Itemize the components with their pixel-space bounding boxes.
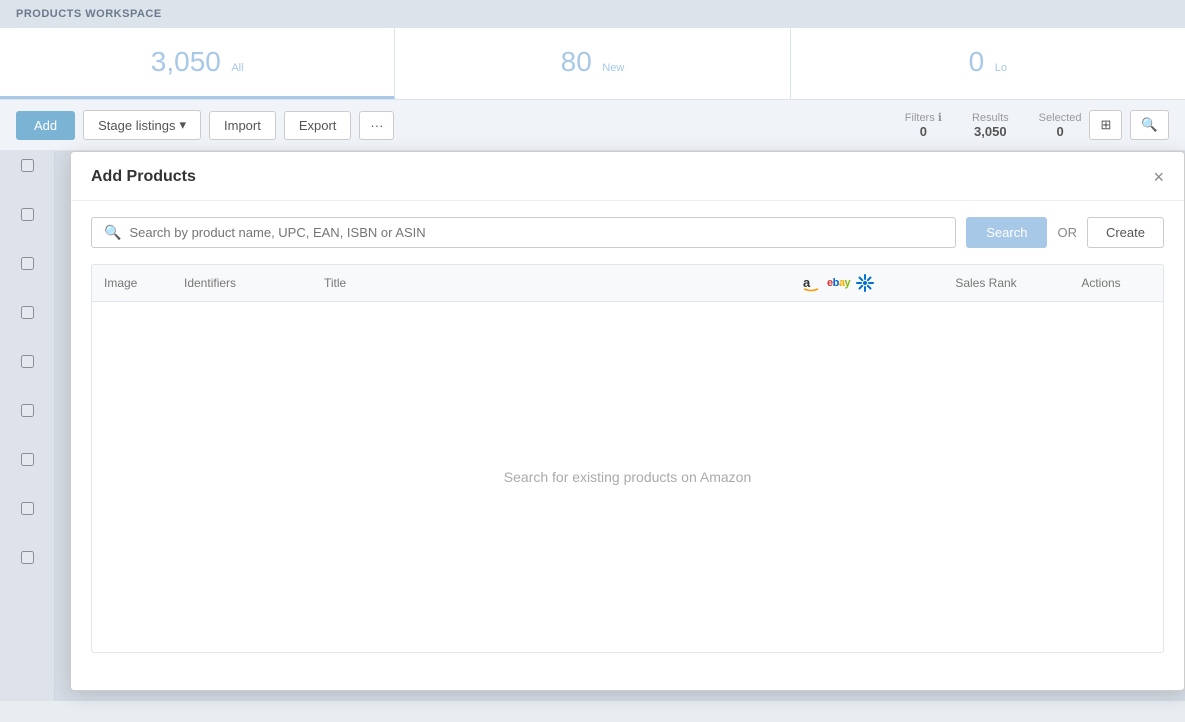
export-button[interactable]: Export (284, 111, 352, 140)
results-info: Results 3,050 (972, 112, 1009, 139)
stat-new[interactable]: 80 New (395, 28, 790, 99)
empty-state: Search for existing products on Amazon (92, 302, 1163, 652)
toolbar: Add Stage listings ▾ Import Export ··· F… (0, 100, 1185, 151)
table-header: Image Identifiers Title a ebay (92, 265, 1163, 302)
amazon-icon: a (801, 273, 821, 293)
stage-listings-button[interactable]: Stage listings ▾ (83, 110, 201, 140)
create-button[interactable]: Create (1087, 217, 1164, 248)
stats-row: 3,050 All 80 New 0 Lo (0, 28, 1185, 100)
search-row: 🔍 Search OR Create (71, 201, 1184, 264)
col-identifiers: Identifiers (184, 276, 324, 290)
stat-lo[interactable]: 0 Lo (791, 28, 1185, 99)
search-button[interactable]: 🔍 (1130, 110, 1169, 140)
search-input[interactable] (129, 225, 943, 240)
col-sales-rank: Sales Rank (921, 276, 1051, 290)
content-area: Add Products × 🔍 Search OR Create Image … (0, 151, 1185, 701)
chevron-down-icon: ▾ (179, 117, 186, 133)
col-marketplaces: a ebay (801, 273, 921, 293)
stat-all-number: 3,050 (151, 46, 221, 77)
modal-close-button[interactable]: × (1153, 168, 1164, 186)
search-submit-button[interactable]: Search (966, 217, 1047, 248)
stat-new-number: 80 (561, 46, 592, 77)
add-button[interactable]: Add (16, 111, 75, 140)
filters-count: 0 (905, 124, 942, 139)
search-input-wrapper: 🔍 (91, 217, 956, 248)
col-actions: Actions (1051, 276, 1151, 290)
toolbar-info: Filters ℹ 0 Results 3,050 Selected 0 (905, 111, 1082, 139)
col-image: Image (104, 276, 184, 290)
info-icon: ℹ (938, 112, 942, 124)
import-button[interactable]: Import (209, 111, 276, 140)
results-table: Image Identifiers Title a ebay (91, 264, 1164, 653)
columns-button[interactable]: ⊞ (1089, 110, 1122, 140)
empty-message: Search for existing products on Amazon (504, 469, 751, 485)
stat-all-label: All (231, 62, 243, 74)
results-count: 3,050 (972, 124, 1009, 139)
stat-all[interactable]: 3,050 All (0, 28, 395, 99)
columns-icon: ⊞ (1100, 117, 1111, 132)
stat-new-label: New (602, 62, 624, 74)
selected-count: 0 (1039, 124, 1082, 139)
search-icon: 🔍 (1141, 117, 1158, 132)
svg-text:a: a (803, 275, 811, 290)
top-bar: PRODUCTS WORKSPACE (0, 0, 1185, 28)
stage-listings-label: Stage listings (98, 118, 175, 133)
workspace-title: PRODUCTS WORKSPACE (16, 8, 162, 20)
ebay-icon: ebay (827, 277, 850, 289)
filters-label: Filters (905, 112, 935, 124)
or-label: OR (1057, 225, 1077, 240)
search-icon: 🔍 (104, 224, 121, 241)
stat-lo-number: 0 (969, 46, 985, 77)
walmart-icon (856, 274, 874, 292)
modal-header: Add Products × (71, 152, 1184, 201)
more-options-button[interactable]: ··· (359, 111, 394, 140)
filters-info: Filters ℹ 0 (905, 111, 942, 139)
stat-lo-label: Lo (995, 62, 1007, 74)
selected-label: Selected (1039, 112, 1082, 124)
add-products-modal: Add Products × 🔍 Search OR Create Image … (70, 151, 1185, 691)
col-title: Title (324, 276, 801, 290)
modal-title: Add Products (91, 168, 196, 186)
selected-info: Selected 0 (1039, 112, 1082, 139)
results-label: Results (972, 112, 1009, 124)
